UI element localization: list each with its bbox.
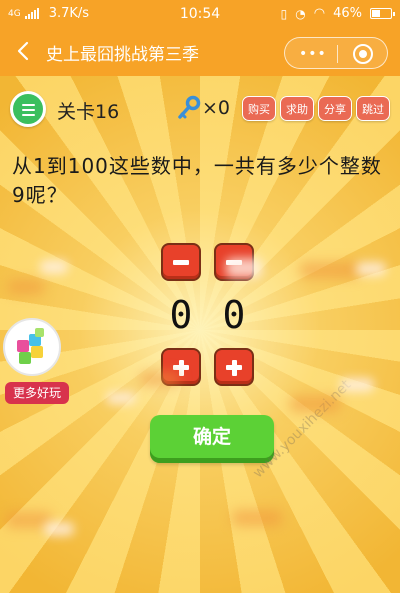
blurred-overlay xyxy=(140,372,180,386)
menu-button[interactable] xyxy=(10,91,46,127)
help-button[interactable]: 求助 xyxy=(280,96,314,121)
alarm-icon: ◔ xyxy=(295,6,306,21)
answer-digit-tens: 0 xyxy=(169,293,193,337)
key-count: ×0 xyxy=(202,97,231,119)
chevron-left-icon[interactable] xyxy=(12,38,34,64)
more-icon[interactable]: ••• xyxy=(299,47,327,61)
plus-icon-vertical xyxy=(231,359,237,376)
level-label: 关卡16 xyxy=(57,101,120,123)
minus-icon xyxy=(173,260,189,265)
vibrate-icon: ▯ xyxy=(280,6,288,21)
status-bar: 4G 3.7K/s 10:54 ▯ ◔ ◠ 46% xyxy=(0,0,400,28)
blurred-overlay xyxy=(226,258,262,278)
mini-program-capsule: ••• xyxy=(284,37,388,69)
decrement-tens-button[interactable] xyxy=(161,243,201,281)
key-icon xyxy=(176,95,202,121)
blurred-overlay xyxy=(356,262,386,276)
blurred-overlay xyxy=(340,378,374,392)
increment-ones-button[interactable] xyxy=(214,348,254,386)
buy-button[interactable]: 购买 xyxy=(242,96,276,121)
close-target-icon[interactable] xyxy=(353,44,373,64)
capsule-divider xyxy=(337,45,338,63)
status-right: ▯ ◔ ◠ 46% xyxy=(280,6,395,21)
blurred-overlay xyxy=(8,280,44,294)
blurred-overlay xyxy=(40,260,68,274)
more-games-icon[interactable] xyxy=(3,318,61,376)
answer-digit-ones: 0 xyxy=(222,293,246,337)
page-title: 史上最囧挑战第三季 xyxy=(46,45,199,65)
blurred-overlay xyxy=(232,510,282,526)
blurred-overlay xyxy=(290,396,340,412)
plus-icon-vertical xyxy=(178,359,184,376)
blurred-overlay xyxy=(44,522,74,536)
skip-button[interactable]: 跳过 xyxy=(356,96,390,121)
blurred-overlay xyxy=(106,392,136,404)
wifi-icon: ◠ xyxy=(313,6,326,21)
more-games-label[interactable]: 更多好玩 xyxy=(5,382,69,404)
blurred-overlay xyxy=(300,262,360,278)
battery-icon xyxy=(370,8,395,19)
battery-percent: 46% xyxy=(333,6,362,21)
share-button[interactable]: 分享 xyxy=(318,96,352,121)
confirm-button[interactable]: 确定 xyxy=(150,415,274,463)
question-text: 从1到100这些数中，一共有多少个整数9呢？ xyxy=(12,154,382,207)
title-bar: 史上最囧挑战第三季 ••• xyxy=(0,28,400,76)
